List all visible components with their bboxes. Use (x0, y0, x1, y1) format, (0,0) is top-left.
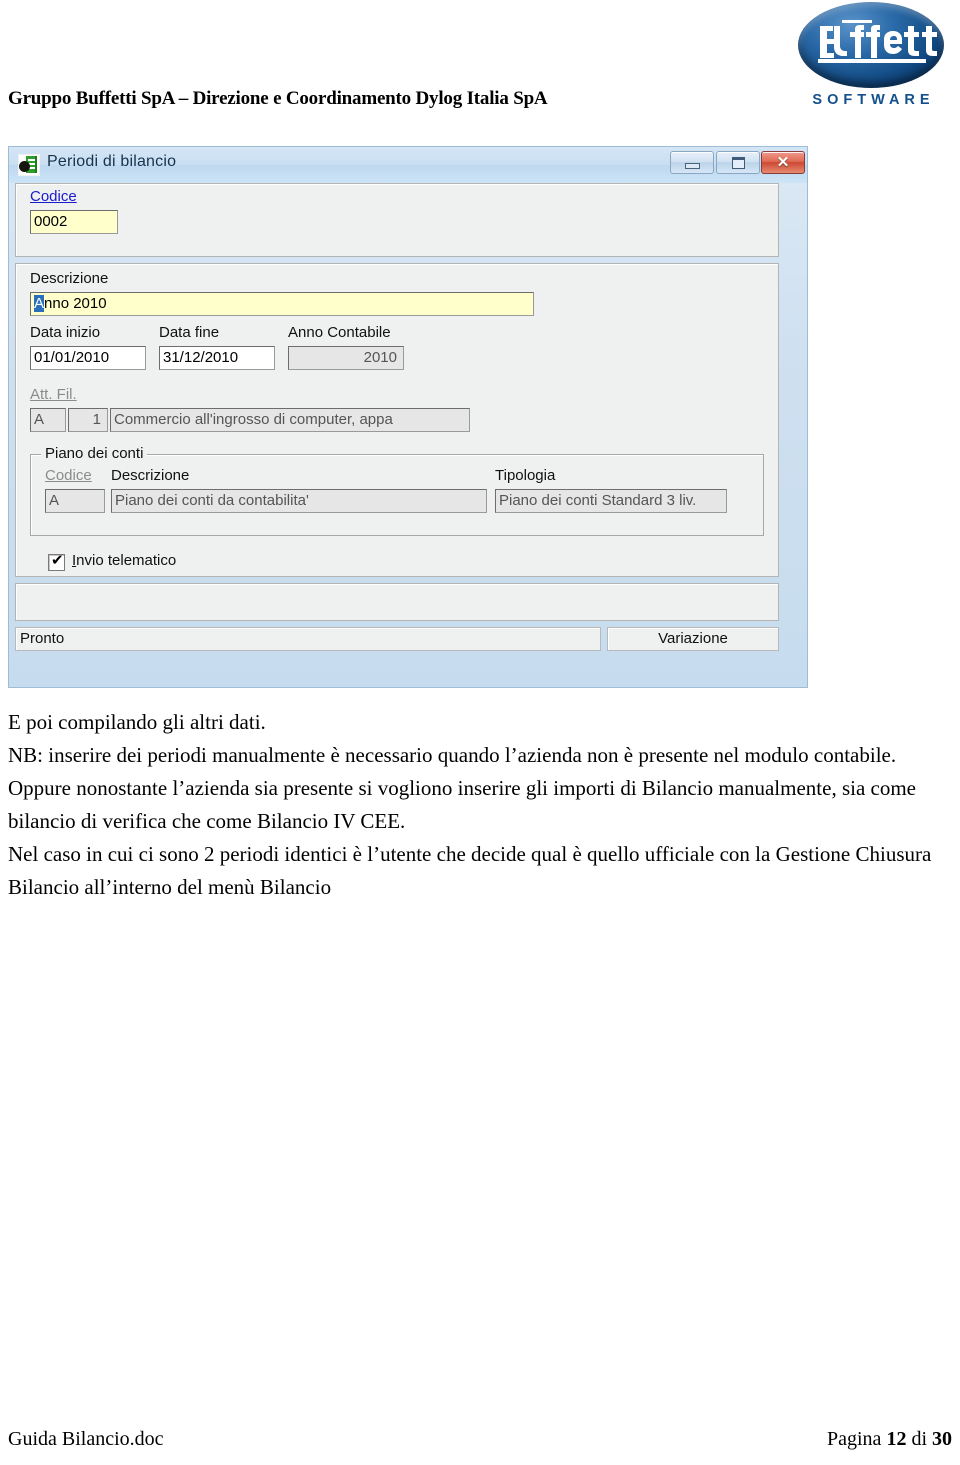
data-inizio-input[interactable]: 01/01/2010 (30, 346, 146, 370)
descrizione-label: Descrizione (30, 270, 109, 287)
att-fil-descrizione-input[interactable]: Commercio all'ingrosso di computer, appa (110, 408, 470, 432)
logo-oval-icon (798, 2, 944, 88)
anno-contabile-label: Anno Contabile (288, 324, 391, 341)
document-header: Gruppo Buffetti SpA – Direzione e Coordi… (0, 0, 960, 120)
invio-telematico-checkbox[interactable]: ✔ (48, 552, 65, 571)
att-input[interactable]: A (30, 408, 66, 432)
codice-label[interactable]: Codice (30, 188, 77, 205)
document-footer: Guida Bilancio.doc Pagina 12 di 30 (8, 1428, 952, 1451)
empty-strip-panel (15, 583, 779, 621)
footer-pagination: Pagina 12 di 30 (827, 1428, 952, 1451)
invio-telematico-label[interactable]: Invio telematico (72, 552, 176, 569)
fil-input[interactable]: 1 (68, 408, 108, 432)
footer-page-total: 30 (932, 1428, 952, 1450)
maximize-button[interactable] (716, 151, 760, 174)
status-message: Pronto (15, 627, 601, 651)
data-fine-input[interactable]: 31/12/2010 (159, 346, 275, 370)
codice-input[interactable]: 0002 (30, 210, 118, 234)
window-client-area: Codice 0002 Descrizione Anno 2010 Data i… (15, 183, 801, 679)
window-titlebar: Periodi di bilancio ✕ (9, 147, 807, 183)
descrizione-input[interactable]: Anno 2010 (30, 292, 534, 316)
footer-page-middle: di (906, 1428, 932, 1450)
status-mode: Variazione (607, 627, 779, 651)
footer-filename: Guida Bilancio.doc (8, 1428, 164, 1450)
piano-dei-conti-groupbox: Piano dei conti Codice Descrizione Tipol… (30, 445, 764, 536)
close-icon: ✕ (776, 154, 790, 171)
document-body: E poi compilando gli altri dati. NB: ins… (8, 706, 952, 904)
footer-page-prefix: Pagina (827, 1428, 887, 1450)
window-title: Periodi di bilancio (47, 153, 177, 170)
main-data-panel: Descrizione Anno 2010 Data inizio 01/01/… (15, 263, 779, 577)
paragraph-intro: E poi compilando gli altri dati. (8, 710, 266, 734)
minimize-icon (671, 152, 713, 173)
status-bar: Pronto Variazione (15, 627, 779, 653)
paragraph-note: NB: inserire dei periodi manualmente è n… (8, 743, 917, 833)
paragraph-note2: Nel caso in cui ci sono 2 periodi identi… (8, 842, 932, 899)
maximize-icon (717, 152, 759, 173)
header-company-line: Gruppo Buffetti SpA – Direzione e Coordi… (8, 88, 548, 109)
descrizione-rest: nno 2010 (44, 295, 107, 312)
minimize-button[interactable] (670, 151, 714, 174)
invio-telematico-label-rest: nvio telematico (76, 552, 177, 569)
codice-panel: Codice 0002 (15, 183, 779, 257)
pdc-codice-input[interactable]: A (45, 489, 105, 513)
window-frame: Periodi di bilancio ✕ Codice 0002 Descri… (9, 147, 807, 687)
data-inizio-label: Data inizio (30, 324, 101, 341)
logo-subtitle: SOFTWARE (812, 92, 935, 108)
buffetti-logo: SOFTWARE (788, 2, 954, 114)
close-button[interactable]: ✕ (761, 151, 805, 174)
pdc-tipologia-input[interactable]: Piano dei conti Standard 3 liv. (495, 489, 727, 513)
pdc-descrizione-input[interactable]: Piano dei conti da contabilita' (111, 489, 487, 513)
att-fil-label[interactable]: Att. Fil. (30, 386, 77, 403)
descrizione-selected-char: A (34, 295, 45, 312)
anno-contabile-input: 2010 (288, 346, 404, 370)
pdc-tipologia-label: Tipologia (495, 467, 556, 484)
pdc-descrizione-label: Descrizione (111, 467, 190, 484)
footer-page-number: 12 (886, 1428, 907, 1450)
checkmark-icon: ✔ (51, 552, 64, 569)
app-icon (18, 154, 40, 176)
data-fine-label: Data fine (159, 324, 220, 341)
piano-dei-conti-title: Piano dei conti (41, 445, 148, 462)
periodi-di-bilancio-window: Periodi di bilancio ✕ Codice 0002 Descri… (8, 146, 808, 688)
pdc-codice-label[interactable]: Codice (45, 467, 92, 484)
